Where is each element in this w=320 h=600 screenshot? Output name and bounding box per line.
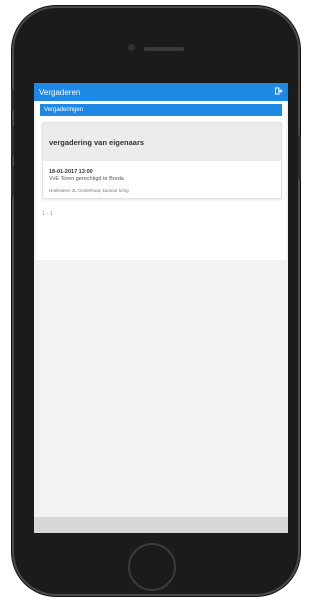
meeting-card[interactable]: vergadering van eigenaars 18-01-2017 13:… bbox=[42, 122, 282, 199]
mute-switch bbox=[11, 90, 14, 110]
meeting-details: 18-01-2017 13:00 VvE Toren gerechtigd te… bbox=[43, 161, 281, 198]
section-header: Vergaderingen bbox=[40, 104, 282, 116]
meeting-title: vergadering van eigenaars bbox=[43, 123, 281, 161]
pagination-info: 1 - 1 bbox=[42, 211, 54, 217]
main-content: Vergaderingen vergadering van eigenaars … bbox=[36, 101, 286, 260]
phone-screen: Vergaderen Vergaderingen vergadering van… bbox=[34, 83, 288, 533]
meeting-datetime: 18-01-2017 13:00 bbox=[49, 169, 93, 175]
volume-down-button bbox=[11, 165, 14, 197]
home-button[interactable] bbox=[128, 543, 176, 591]
app-header: Vergaderen bbox=[34, 83, 288, 101]
meeting-subtitle: VvE Toren gerechtigd te Breda bbox=[49, 176, 124, 182]
power-button bbox=[298, 135, 301, 180]
meeting-location: Hoeksteen 3L Oosterhout, kantoor kring bbox=[49, 188, 129, 193]
camera-icon bbox=[128, 44, 135, 51]
logout-icon[interactable] bbox=[275, 87, 283, 97]
footer-bar bbox=[34, 517, 288, 533]
speaker-grille bbox=[144, 47, 184, 51]
volume-up-button bbox=[11, 125, 14, 157]
app-title: Vergaderen bbox=[39, 87, 81, 97]
